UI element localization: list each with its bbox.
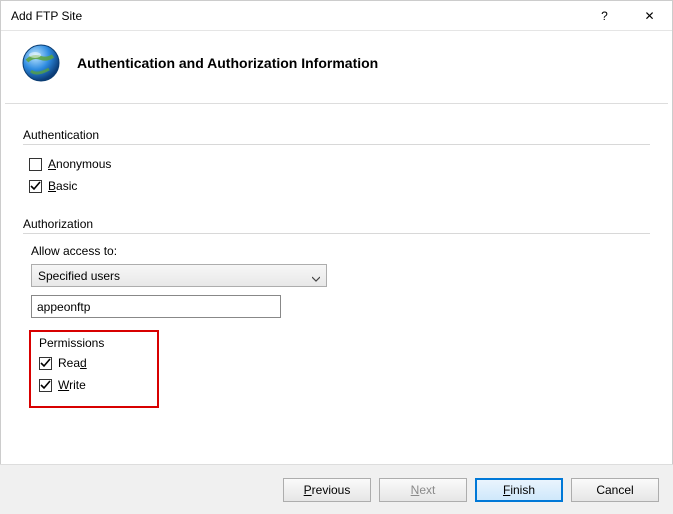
write-checkbox-row[interactable]: Write bbox=[39, 376, 149, 394]
previous-button[interactable]: Previous bbox=[283, 478, 371, 502]
titlebar: Add FTP Site ? ✕ bbox=[1, 1, 672, 31]
help-icon: ? bbox=[601, 9, 608, 23]
authentication-group: Authentication Anonymous Basic bbox=[23, 128, 650, 195]
permissions-group: Permissions Read Write bbox=[29, 330, 159, 408]
dropdown-value: Specified users bbox=[38, 269, 120, 283]
permissions-legend: Permissions bbox=[39, 336, 149, 350]
page-title: Authentication and Authorization Informa… bbox=[77, 55, 378, 71]
specified-users-value: appeonftp bbox=[37, 300, 90, 314]
cancel-button[interactable]: Cancel bbox=[571, 478, 659, 502]
content-area: Authentication Anonymous Basic Authoriza… bbox=[1, 104, 672, 408]
read-label: Read bbox=[58, 356, 87, 370]
specified-users-input[interactable]: appeonftp bbox=[31, 295, 281, 318]
write-checkbox[interactable] bbox=[39, 379, 52, 392]
next-button: Next bbox=[379, 478, 467, 502]
basic-label: Basic bbox=[48, 179, 77, 193]
write-label: Write bbox=[58, 378, 86, 392]
read-checkbox-row[interactable]: Read bbox=[39, 354, 149, 372]
group-separator bbox=[23, 233, 650, 234]
wizard-header: Authentication and Authorization Informa… bbox=[1, 31, 672, 103]
anonymous-checkbox[interactable] bbox=[29, 158, 42, 171]
authorization-group: Authorization Allow access to: Specified… bbox=[23, 217, 650, 408]
anonymous-checkbox-row[interactable]: Anonymous bbox=[29, 155, 650, 173]
read-checkbox[interactable] bbox=[39, 357, 52, 370]
basic-checkbox[interactable] bbox=[29, 180, 42, 193]
anonymous-label: Anonymous bbox=[48, 157, 111, 171]
close-button[interactable]: ✕ bbox=[627, 1, 672, 31]
basic-checkbox-row[interactable]: Basic bbox=[29, 177, 650, 195]
wizard-footer: Previous Next Finish Cancel bbox=[0, 464, 673, 514]
authentication-legend: Authentication bbox=[23, 128, 650, 142]
chevron-down-icon bbox=[312, 272, 320, 280]
allow-access-label: Allow access to: bbox=[31, 244, 650, 258]
window-title: Add FTP Site bbox=[11, 9, 582, 23]
close-icon: ✕ bbox=[644, 9, 654, 23]
authorization-legend: Authorization bbox=[23, 217, 650, 231]
allow-access-dropdown[interactable]: Specified users bbox=[31, 264, 327, 287]
globe-icon bbox=[19, 41, 63, 85]
group-separator bbox=[23, 144, 650, 145]
finish-button[interactable]: Finish bbox=[475, 478, 563, 502]
help-button[interactable]: ? bbox=[582, 1, 627, 31]
